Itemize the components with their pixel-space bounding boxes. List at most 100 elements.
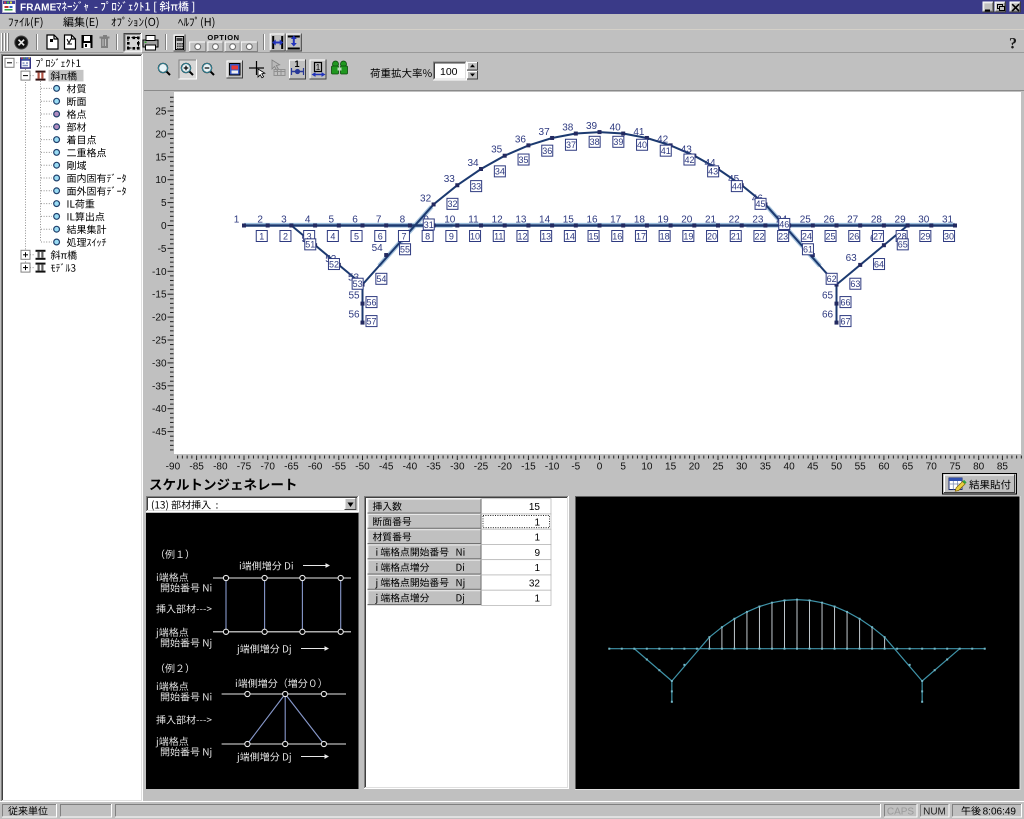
svg-text:38: 38	[562, 123, 574, 134]
svg-text:65: 65	[822, 291, 834, 302]
svg-text:9: 9	[449, 231, 454, 241]
svg-text:2: 2	[257, 214, 263, 225]
svg-text:10: 10	[470, 231, 480, 241]
svg-text:75: 75	[949, 462, 961, 473]
svg-text:34: 34	[495, 167, 505, 177]
svg-text:12: 12	[492, 214, 504, 225]
svg-text:-10: -10	[152, 267, 167, 278]
svg-text:53: 53	[353, 279, 363, 289]
svg-text:36: 36	[515, 134, 527, 145]
svg-text:8: 8	[400, 214, 406, 225]
svg-text:15: 15	[563, 214, 575, 225]
svg-text:65: 65	[898, 240, 908, 250]
svg-text:46: 46	[779, 219, 789, 229]
svg-text:36: 36	[542, 146, 552, 156]
svg-text:20: 20	[681, 214, 693, 225]
svg-text:9: 9	[534, 548, 540, 559]
svg-text:80: 80	[973, 462, 985, 473]
svg-text:25: 25	[800, 214, 812, 225]
svg-text:38: 38	[590, 137, 600, 147]
svg-text:-80: -80	[213, 462, 228, 473]
svg-text:-25: -25	[474, 462, 489, 473]
svg-text:41: 41	[661, 146, 671, 156]
svg-text:-75: -75	[237, 462, 252, 473]
svg-text:62: 62	[827, 274, 837, 284]
svg-text:18: 18	[660, 231, 670, 241]
svg-text:70: 70	[926, 462, 938, 473]
svg-text:20: 20	[155, 129, 167, 140]
svg-text:45: 45	[756, 199, 766, 209]
svg-text:63: 63	[850, 279, 860, 289]
svg-text:7: 7	[376, 214, 382, 225]
svg-text:18: 18	[634, 214, 646, 225]
svg-text:-5: -5	[158, 244, 167, 255]
svg-text:55: 55	[400, 245, 410, 255]
svg-text:85: 85	[997, 462, 1009, 473]
svg-text:35: 35	[491, 145, 503, 156]
svg-text:40: 40	[784, 462, 796, 473]
svg-text:CAPS: CAPS	[887, 807, 915, 818]
svg-text:NUM: NUM	[923, 807, 946, 818]
svg-text:45: 45	[807, 462, 819, 473]
svg-text:25: 25	[712, 462, 724, 473]
svg-text:-85: -85	[189, 462, 204, 473]
svg-text:33: 33	[444, 174, 456, 185]
svg-text:17: 17	[636, 231, 646, 241]
svg-text:35: 35	[760, 462, 772, 473]
svg-text:67: 67	[840, 316, 850, 326]
svg-text:44: 44	[732, 182, 742, 192]
svg-text:-45: -45	[152, 427, 167, 438]
svg-text:30: 30	[944, 231, 954, 241]
svg-text:39: 39	[613, 137, 623, 147]
svg-text:65: 65	[902, 462, 914, 473]
svg-text:2: 2	[283, 231, 288, 241]
svg-text:15: 15	[529, 502, 541, 513]
svg-text:3: 3	[281, 214, 287, 225]
svg-text:-70: -70	[260, 462, 275, 473]
svg-text:30: 30	[736, 462, 748, 473]
svg-text:1: 1	[259, 231, 264, 241]
svg-text:1: 1	[294, 59, 299, 69]
svg-text:13: 13	[515, 214, 527, 225]
svg-text:-20: -20	[497, 462, 512, 473]
svg-text:54: 54	[372, 243, 384, 254]
svg-text:1: 1	[534, 517, 540, 528]
svg-text:25: 25	[155, 107, 167, 118]
svg-text:29: 29	[895, 214, 907, 225]
svg-text:11: 11	[468, 214, 479, 225]
svg-text:-15: -15	[521, 462, 536, 473]
svg-text:5: 5	[161, 198, 167, 209]
svg-text:21: 21	[731, 231, 741, 241]
svg-text:31: 31	[424, 220, 434, 230]
svg-text:0: 0	[597, 462, 603, 473]
svg-text:-20: -20	[152, 313, 167, 324]
svg-text:10: 10	[641, 462, 653, 473]
svg-text:100: 100	[440, 66, 458, 78]
svg-text:30: 30	[918, 214, 930, 225]
svg-text:66: 66	[822, 310, 834, 321]
svg-text:7: 7	[401, 231, 406, 241]
svg-text:22: 22	[754, 231, 764, 241]
svg-text:10: 10	[444, 214, 456, 225]
svg-text:27: 27	[847, 214, 859, 225]
svg-text:-25: -25	[152, 336, 167, 347]
svg-text:16: 16	[612, 231, 622, 241]
svg-text:5: 5	[620, 462, 626, 473]
svg-text:-40: -40	[152, 404, 167, 415]
svg-text:-40: -40	[403, 462, 418, 473]
svg-text:43: 43	[708, 167, 718, 177]
svg-text:16: 16	[586, 214, 598, 225]
svg-text:14: 14	[539, 214, 551, 225]
svg-text:55: 55	[855, 462, 867, 473]
svg-text:-15: -15	[152, 290, 167, 301]
svg-text:?: ?	[1009, 36, 1017, 53]
svg-text:11: 11	[494, 231, 503, 241]
svg-text:5: 5	[329, 214, 335, 225]
svg-text:51: 51	[305, 240, 315, 250]
svg-text:6: 6	[378, 231, 383, 241]
svg-text:14: 14	[565, 231, 575, 241]
svg-text:1: 1	[534, 594, 540, 605]
svg-text:50: 50	[831, 462, 843, 473]
svg-text:40: 40	[610, 123, 622, 134]
svg-text:42: 42	[684, 155, 694, 165]
